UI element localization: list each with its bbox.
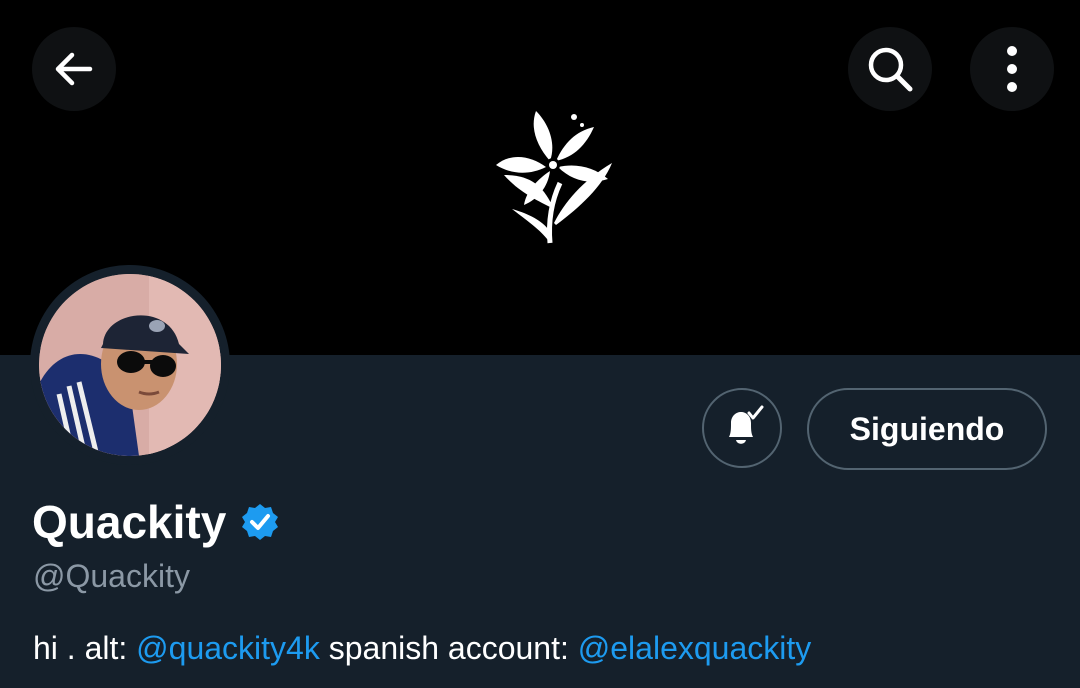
name-row: Quackity [32, 494, 280, 550]
profile-bio: hi . alt: @quackity4k spanish account: @… [33, 630, 811, 667]
notifications-button[interactable] [702, 388, 782, 468]
avatar[interactable] [30, 265, 230, 465]
bell-check-icon [729, 405, 764, 444]
display-name: Quackity [32, 496, 227, 548]
search-button[interactable] [848, 27, 932, 111]
more-options-button[interactable] [970, 27, 1054, 111]
arrow-left-icon [55, 52, 93, 86]
following-button[interactable]: Siguiendo [807, 388, 1047, 470]
back-button[interactable] [32, 27, 116, 111]
flower-logo [496, 111, 612, 244]
user-handle: @Quackity [33, 558, 190, 594]
bio-mention-link[interactable]: @quackity4k [136, 630, 320, 666]
bio-text: hi . alt: [33, 630, 137, 666]
avatar-photo [39, 274, 221, 456]
bio-text: spanish account: [319, 630, 578, 666]
search-icon [868, 47, 913, 92]
bio-mention-link[interactable]: @elalexquackity [578, 630, 811, 666]
more-vertical-icon [1007, 46, 1017, 92]
verified-badge-icon[interactable] [240, 502, 280, 542]
